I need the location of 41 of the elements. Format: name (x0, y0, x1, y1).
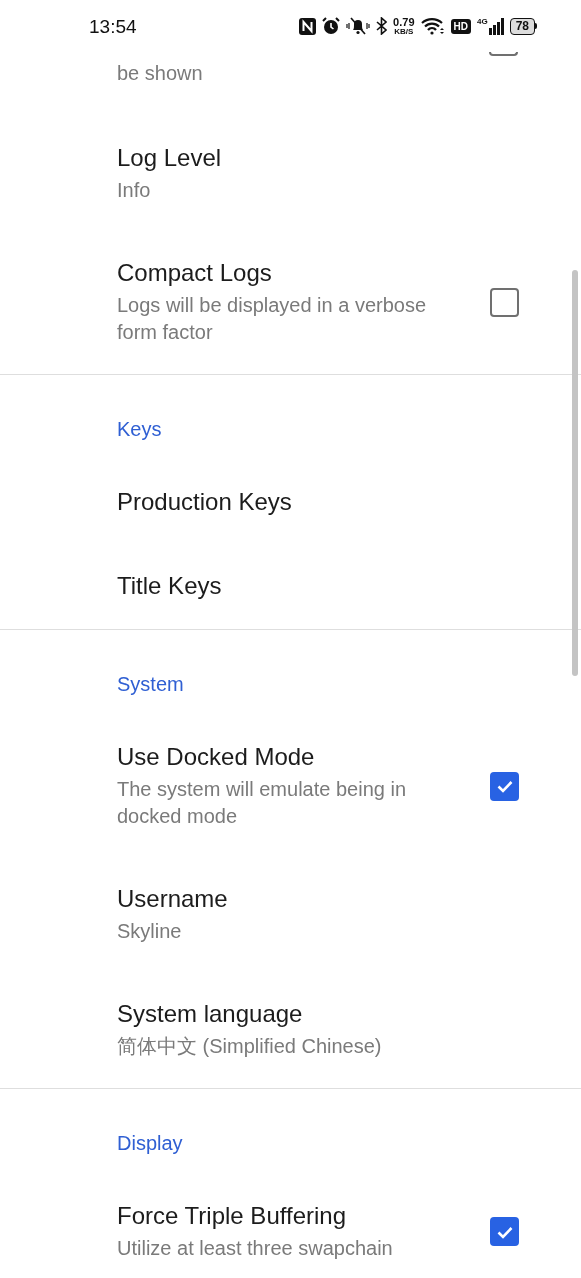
setting-item[interactable]: Force Triple Buffering Utilize at least three swapchain (0, 1175, 581, 1278)
bluetooth-icon (376, 17, 388, 35)
nfc-icon (299, 17, 317, 35)
setting-description: Logs will be displayed in a verbose form factor (117, 293, 428, 345)
time: 13:54 (89, 16, 137, 36)
setting-item[interactable]: Title Keys (0, 545, 581, 629)
checkbox[interactable] (490, 287, 519, 317)
checkbox[interactable] (490, 771, 519, 801)
setting-description: 简体中文 (Simplified Chinese) (117, 1034, 383, 1059)
setting-title: Compact Logs (117, 258, 273, 288)
section-header: System (117, 673, 184, 695)
net-speed-unit: KB/S (394, 27, 414, 36)
wifi-icon (420, 17, 445, 35)
setting-item[interactable]: System language 简体中文 (Simplified Chinese) (0, 973, 581, 1088)
setting-title: Force Triple Buffering (117, 1201, 347, 1231)
muted-bell-icon (346, 17, 371, 35)
setting-title: Username (117, 884, 229, 914)
setting-description: Utilize at least three swapchain (117, 1236, 394, 1261)
setting-description: Skyline (117, 919, 183, 944)
hd-badge: HD (450, 18, 471, 34)
setting-item[interactable]: Use Docked Mode The system will emulate being in docked mode (0, 716, 581, 858)
setting-item[interactable]: Production Keys (0, 461, 581, 545)
setting-item[interactable]: Compact Logs Logs will be displayed in a verbose form factor (0, 232, 581, 374)
setting-title: System language (117, 999, 304, 1029)
setting-title: Title Keys (117, 571, 223, 601)
setting-title: Production Keys (117, 487, 293, 517)
alarm-icon (322, 17, 341, 35)
net-speed-value: 0.79 (393, 16, 415, 28)
setting-item[interactable]: Log Level Info (0, 117, 581, 232)
setting-description: The system will emulate being in docked mode (117, 777, 407, 829)
checkbox[interactable] (490, 1217, 519, 1246)
section-header: Display (117, 1132, 183, 1154)
battery-indicator: 78 (509, 17, 535, 35)
setting-description: be shown (117, 61, 203, 86)
signal-icon (488, 17, 504, 35)
setting-title: Log Level (117, 143, 223, 173)
setting-title: Use Docked Mode (117, 742, 316, 772)
setting-item[interactable]: Username Skyline (0, 858, 581, 973)
setting-description: Info (117, 178, 152, 203)
network-type: 4G (476, 17, 488, 26)
section-header: Keys (117, 418, 162, 440)
